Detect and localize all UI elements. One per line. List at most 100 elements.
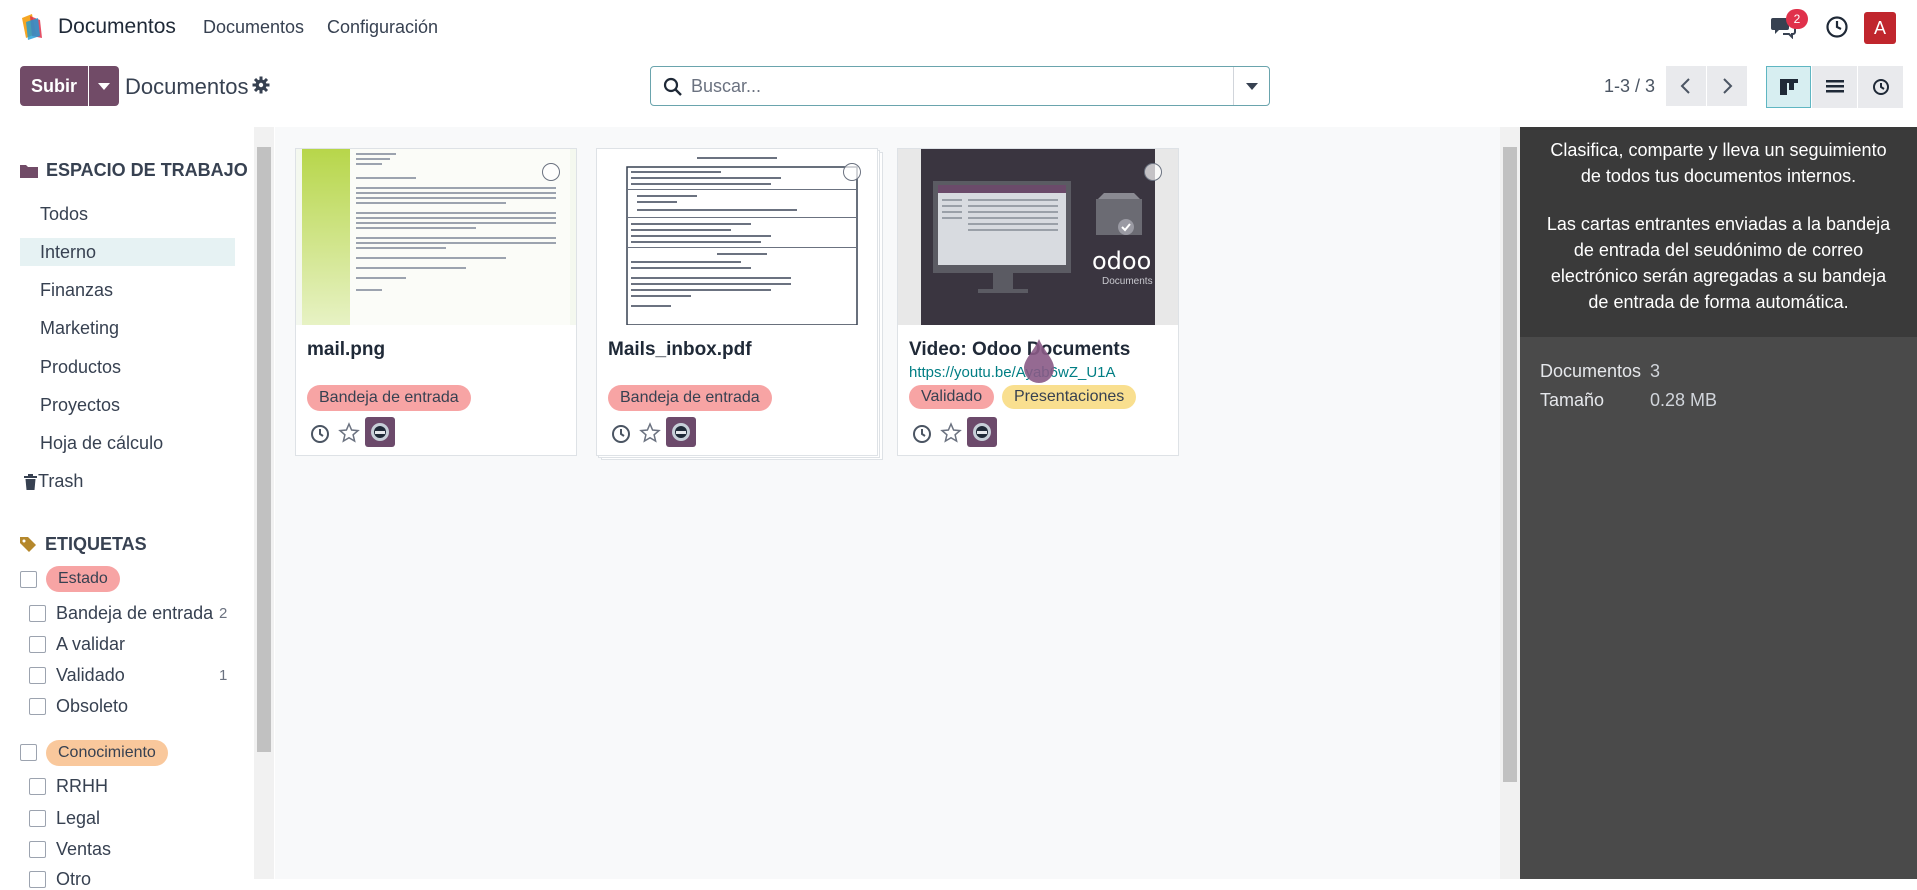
chevron-left-icon [1680, 78, 1690, 94]
clock-icon [1872, 79, 1889, 95]
document-name: Video: Odoo Documents [909, 339, 1131, 360]
activity-clock-icon[interactable] [310, 424, 330, 444]
checkbox-legal[interactable] [29, 810, 46, 827]
trash-icon [24, 474, 37, 490]
menu-documentos[interactable]: Documentos [203, 17, 304, 38]
checkbox-group-conocimiento[interactable] [20, 744, 37, 761]
document-thumbnail [296, 149, 576, 325]
sidebar-item-trash[interactable]: Trash [38, 471, 83, 492]
document-card[interactable]: odoo Documents Video: Odoo Documents htt… [897, 148, 1179, 456]
summary-documents-label: Documentos [1540, 361, 1642, 381]
star-icon[interactable] [338, 422, 360, 444]
search-options-toggle[interactable] [1233, 67, 1269, 105]
tag-otro[interactable]: Otro [56, 869, 91, 890]
tag-obsoleto[interactable]: Obsoleto [56, 696, 128, 717]
help-text-inbox: Las cartas entrantes enviadas a la bande… [1546, 214, 1891, 312]
tag-legal[interactable]: Legal [56, 808, 100, 829]
activity-clock-icon[interactable] [611, 424, 631, 444]
checkbox-otro[interactable] [29, 871, 46, 888]
star-icon[interactable] [639, 422, 661, 444]
activity-clock-icon[interactable] [1825, 15, 1849, 39]
tag-validado[interactable]: Validado [56, 665, 125, 686]
sidebar-scrollbar[interactable] [254, 127, 274, 879]
tag-group-conocimiento: Conocimiento [46, 740, 168, 766]
video-thumbnail: odoo Documents [898, 149, 1178, 325]
sidebar-item-todos[interactable]: Todos [40, 204, 88, 225]
activity-view-button[interactable] [1858, 66, 1903, 108]
sidebar-scroll-thumb[interactable] [257, 147, 271, 752]
select-circle[interactable] [843, 163, 861, 181]
tag-ventas[interactable]: Ventas [56, 839, 111, 860]
tag-rrhh[interactable]: RRHH [56, 776, 108, 797]
mouse-cursor-drop-icon [1024, 339, 1054, 383]
checkbox-a-validar[interactable] [29, 636, 46, 653]
owner-avatar[interactable] [666, 417, 696, 447]
tag-group-estado: Estado [46, 566, 120, 592]
video-url-link[interactable]: https://youtu.be/Ayab6wZ_U1A [909, 364, 1116, 381]
activity-clock-icon[interactable] [912, 424, 932, 444]
workspace-section-title: ESPACIO DE TRABAJO [46, 160, 248, 180]
pager-previous-button[interactable] [1666, 66, 1706, 106]
document-name: Mails_inbox.pdf [608, 339, 752, 360]
star-icon[interactable] [940, 422, 962, 444]
owner-avatar[interactable] [365, 417, 395, 447]
document-card[interactable]: Mails_inbox.pdf Bandeja de entrada [596, 148, 878, 456]
document-tag: Bandeja de entrada [307, 385, 471, 411]
document-tag: Bandeja de entrada [608, 385, 772, 411]
sidebar-item-interno[interactable]: Interno [40, 242, 96, 263]
gear-icon[interactable] [252, 76, 270, 94]
checkbox-validado[interactable] [29, 667, 46, 684]
details-panel: Clasifica, comparte y lleva un seguimien… [1520, 127, 1917, 879]
search-bar [650, 66, 1270, 106]
document-card[interactable]: mail.png Bandeja de entrada [295, 148, 577, 456]
tags-icon [20, 537, 36, 552]
kanban-view-button[interactable] [1766, 66, 1811, 108]
sidebar-item-marketing[interactable]: Marketing [40, 318, 119, 339]
document-tag: Validado [909, 385, 995, 409]
top-navbar: Documentos Documentos Configuración 2 A [0, 0, 1917, 55]
checkbox-rrhh[interactable] [29, 778, 46, 795]
main-scroll-thumb[interactable] [1503, 147, 1517, 782]
document-name: mail.png [307, 339, 386, 360]
sidebar-item-finanzas[interactable]: Finanzas [40, 280, 113, 301]
list-view-button[interactable] [1812, 66, 1857, 108]
pager-value[interactable]: 1-3 / 3 [1604, 76, 1655, 97]
owner-avatar[interactable] [967, 417, 997, 447]
tag-a-validar[interactable]: A validar [56, 634, 125, 655]
checkbox-bandeja[interactable] [29, 605, 46, 622]
select-circle[interactable] [1144, 163, 1162, 181]
caret-down-icon [1245, 82, 1258, 90]
document-tag: Presentaciones [1002, 385, 1137, 409]
tags-section-title: ETIQUETAS [45, 534, 147, 554]
checkbox-group-estado[interactable] [20, 571, 37, 588]
breadcrumb: Documentos [125, 74, 249, 99]
upload-button[interactable]: Subir [20, 66, 88, 106]
pager-next-button[interactable] [1707, 66, 1747, 106]
video-brand-subtitle: Documents [1102, 276, 1153, 287]
kanban-icon [1779, 79, 1798, 95]
select-circle[interactable] [542, 163, 560, 181]
user-avatar[interactable]: A [1864, 12, 1896, 44]
tag-count: 2 [219, 605, 228, 622]
sidebar-item-proyectos[interactable]: Proyectos [40, 395, 120, 416]
app-logo-icon[interactable] [18, 12, 48, 42]
chevron-right-icon [1723, 78, 1733, 94]
caret-down-icon [98, 82, 110, 90]
app-name[interactable]: Documentos [58, 15, 176, 39]
sidebar-item-productos[interactable]: Productos [40, 357, 121, 378]
summary-size-value: 0.28 MB [1650, 390, 1718, 410]
checkbox-ventas[interactable] [29, 841, 46, 858]
checkbox-obsoleto[interactable] [29, 698, 46, 715]
tag-bandeja-de-entrada[interactable]: Bandeja de entrada [56, 603, 213, 624]
sidebar-item-hoja-de-calculo[interactable]: Hoja de cálculo [40, 433, 163, 454]
notification-badge: 2 [1786, 9, 1808, 29]
summary-size-label: Tamaño [1540, 390, 1605, 410]
list-icon [1825, 80, 1844, 93]
main-scrollbar[interactable] [1500, 127, 1520, 879]
upload-dropdown-button[interactable] [89, 66, 119, 106]
menu-configuracion[interactable]: Configuración [327, 17, 438, 38]
tag-count: 1 [219, 667, 228, 684]
help-text-intro: Clasifica, comparte y lleva un seguimien… [1550, 140, 1887, 186]
search-icon [663, 77, 682, 96]
search-input[interactable] [691, 67, 1221, 105]
